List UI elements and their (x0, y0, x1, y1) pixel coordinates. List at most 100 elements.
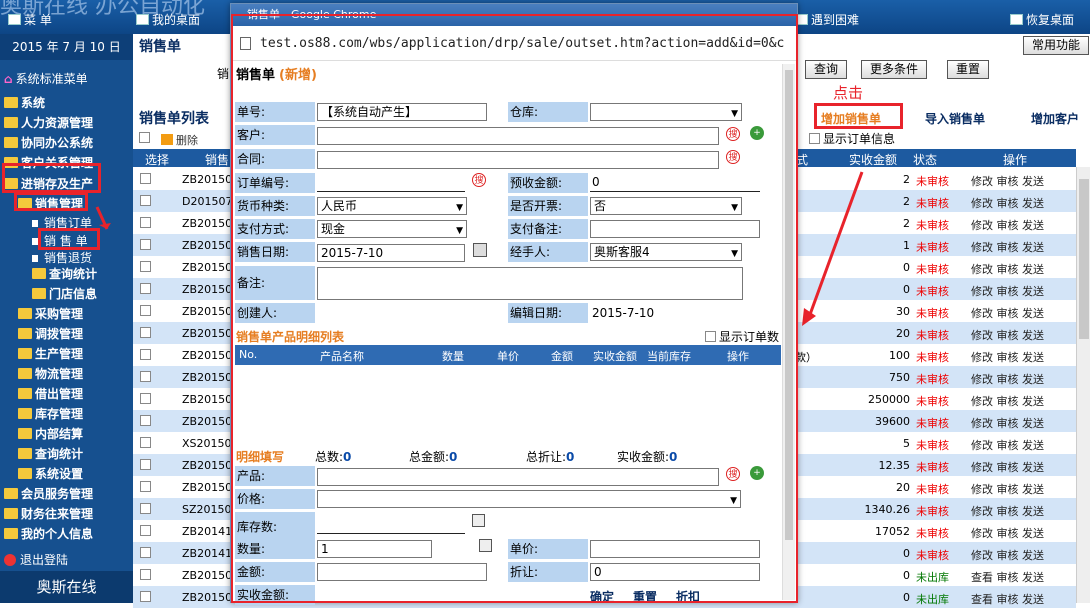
row-actions[interactable]: 修改 审核 发送 (971, 195, 1044, 211)
sidebar-item-oa[interactable]: 协同办公系统 (4, 134, 93, 151)
row-actions[interactable]: 查看 审核 发送 (971, 591, 1044, 607)
restore-desktop-link[interactable]: 恢复桌面 (1010, 11, 1074, 28)
annotation-click-label: 点击 (833, 84, 864, 102)
sidebar-item-settings[interactable]: 系统设置 (18, 465, 83, 482)
sidebar-item-lend[interactable]: 借出管理 (18, 385, 83, 402)
row-checkbox[interactable] (140, 261, 151, 272)
row-actions[interactable]: 修改 审核 发送 (971, 173, 1044, 189)
delete-button[interactable]: 删除 (161, 132, 198, 148)
select-all-checkbox[interactable] (139, 132, 150, 143)
common-functions-button[interactable]: 常用功能 (1023, 36, 1090, 55)
sidebar-std-menu[interactable]: ⌂ 系统标准菜单 (4, 70, 88, 87)
show-order-info-toggle[interactable]: 显示订单信息 (809, 130, 895, 147)
row-actions[interactable]: 修改 审核 发送 (971, 239, 1044, 255)
item-label: 销售退货 (44, 251, 93, 265)
sidebar-item-sales-return[interactable]: 销售退货 (32, 249, 92, 266)
row-checkbox[interactable] (140, 217, 151, 228)
folder-icon (4, 117, 18, 128)
row-actions[interactable]: 查看 审核 发送 (971, 569, 1044, 585)
row-checkbox[interactable] (140, 569, 151, 580)
row-amount: 100 (889, 349, 910, 362)
row-checkbox[interactable] (140, 547, 151, 558)
list-title: 销售单列表 (139, 111, 209, 127)
row-checkbox[interactable] (140, 305, 151, 316)
row-actions[interactable]: 修改 审核 发送 (971, 327, 1044, 343)
row-checkbox[interactable] (140, 173, 151, 184)
col-amount: 实收金额 (849, 153, 898, 167)
my-desktop-link[interactable]: 我的桌面 (136, 11, 200, 28)
col-select: 选择 (145, 153, 170, 167)
row-checkbox[interactable] (140, 415, 151, 426)
import-sale-button[interactable]: 导入销售单 (925, 110, 985, 127)
sidebar-item-store-info[interactable]: 门店信息 (32, 285, 97, 302)
row-actions[interactable]: 修改 审核 发送 (971, 305, 1044, 321)
item-label: 会员服务管理 (21, 487, 94, 501)
sidebar-item-purchase[interactable]: 采购管理 (18, 305, 83, 322)
annotation-arrow (802, 171, 864, 326)
sidebar-item-member[interactable]: 会员服务管理 (4, 485, 93, 502)
sidebar-item-transfer[interactable]: 调拨管理 (18, 325, 83, 342)
folder-icon (18, 348, 32, 359)
sidebar-item-settlement[interactable]: 内部结算 (18, 425, 83, 442)
row-status: 未审核 (916, 395, 949, 408)
help-link[interactable]: 遇到困难 (795, 11, 859, 28)
row-actions[interactable]: 修改 审核 发送 (971, 349, 1044, 365)
row-checkbox[interactable] (140, 239, 151, 250)
scrollbar-thumb[interactable] (1079, 179, 1089, 339)
row-actions[interactable]: 修改 审核 发送 (971, 415, 1044, 431)
more-conditions-button[interactable]: 更多条件 (861, 60, 928, 79)
row-checkbox[interactable] (140, 393, 151, 404)
menu-button[interactable]: 菜 单 (8, 11, 52, 28)
sidebar-item-system[interactable]: 系统 (4, 94, 45, 111)
show-order-checkbox[interactable] (809, 133, 820, 144)
row-amount: 20 (896, 327, 910, 340)
sidebar-item-finance[interactable]: 财务往来管理 (4, 505, 93, 522)
row-checkbox[interactable] (140, 327, 151, 338)
row-checkbox[interactable] (140, 195, 151, 206)
sidebar-item-stats[interactable]: 查询统计 (18, 445, 83, 462)
col-sale: 销售 (205, 153, 230, 167)
reset-button[interactable]: 重置 (947, 60, 990, 79)
row-actions[interactable]: 修改 审核 发送 (971, 393, 1044, 409)
row-checkbox[interactable] (140, 437, 151, 448)
row-checkbox[interactable] (140, 503, 151, 514)
row-checkbox[interactable] (140, 283, 151, 294)
row-checkbox[interactable] (140, 591, 151, 602)
doc-icon (32, 220, 38, 227)
row-checkbox[interactable] (140, 349, 151, 360)
sidebar-item-personal[interactable]: 我的个人信息 (4, 525, 93, 542)
row-checkbox[interactable] (140, 371, 151, 382)
row-checkbox[interactable] (140, 481, 151, 492)
folder-icon (32, 268, 46, 279)
sidebar-item-hr[interactable]: 人力资源管理 (4, 114, 93, 131)
row-actions[interactable]: 修改 审核 发送 (971, 481, 1044, 497)
item-label: 采购管理 (35, 307, 84, 321)
sidebar-item-logistics[interactable]: 物流管理 (18, 365, 83, 382)
page-scrollbar[interactable] (1076, 167, 1090, 603)
row-status: 未审核 (916, 285, 949, 298)
row-checkbox[interactable] (140, 459, 151, 470)
row-status: 未审核 (916, 373, 949, 386)
row-actions[interactable]: 修改 审核 发送 (971, 525, 1044, 541)
add-customer-button[interactable]: 增加客户 (1031, 110, 1079, 127)
sidebar-item-query-stats[interactable]: 查询统计 (32, 265, 97, 282)
std-menu-label: 系统标准菜单 (15, 72, 88, 86)
row-checkbox[interactable] (140, 525, 151, 536)
row-actions[interactable]: 修改 审核 发送 (971, 459, 1044, 475)
row-actions[interactable]: 修改 审核 发送 (971, 283, 1044, 299)
show-order-label: 显示订单信息 (823, 132, 896, 146)
folder-icon (18, 388, 32, 399)
sidebar-item-production[interactable]: 生产管理 (18, 345, 83, 362)
row-actions[interactable]: 修改 审核 发送 (971, 503, 1044, 519)
row-actions[interactable]: 修改 审核 发送 (971, 547, 1044, 563)
row-status: 未审核 (916, 175, 949, 188)
home-icon: ⌂ (4, 72, 13, 86)
row-actions[interactable]: 修改 审核 发送 (971, 371, 1044, 387)
sidebar-item-stock[interactable]: 库存管理 (18, 405, 83, 422)
row-actions[interactable]: 修改 审核 发送 (971, 437, 1044, 453)
annotation-highlight-sales-mgmt (14, 192, 88, 211)
row-actions[interactable]: 修改 审核 发送 (971, 217, 1044, 233)
query-button[interactable]: 查询 (805, 60, 848, 79)
logout-link[interactable]: 退出登陆 (4, 551, 68, 568)
row-actions[interactable]: 修改 审核 发送 (971, 261, 1044, 277)
